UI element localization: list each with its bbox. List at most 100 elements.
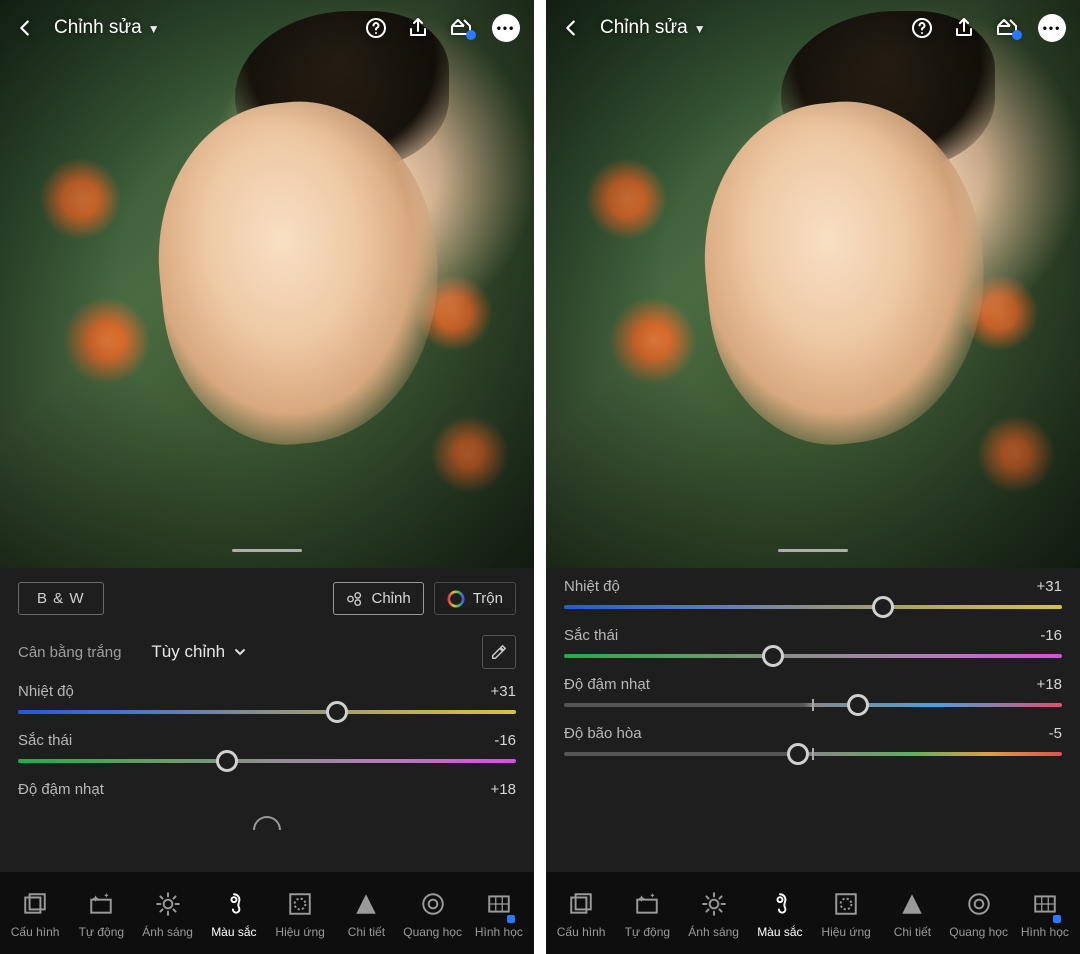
effects-icon	[287, 888, 313, 920]
light-icon	[155, 888, 181, 920]
slider-value: +31	[1037, 578, 1062, 595]
panel-drag-handle[interactable]	[232, 549, 302, 552]
nav-quang-hoc[interactable]: Quang học	[946, 888, 1012, 939]
nav-hieu-ung[interactable]: Hiệu ứng	[813, 888, 879, 939]
nav-label: Cấu hình	[11, 925, 60, 939]
mix-tab[interactable]: Trộn	[434, 582, 516, 615]
preset-cloud-icon[interactable]	[448, 16, 474, 40]
slider-track[interactable]	[564, 654, 1062, 658]
nav-mau-sac[interactable]: Màu sắc	[201, 888, 267, 939]
bw-toggle[interactable]: B & W	[18, 582, 104, 615]
nav-label: Hiệu ứng	[275, 925, 324, 939]
slider-track[interactable]	[564, 605, 1062, 609]
nav-label: Ánh sáng	[688, 925, 739, 939]
slider-label: Sắc thái	[18, 732, 72, 749]
bottom-nav: Cấu hình Tự độngÁnh sáng Màu sắc Hiệu ứng Ch…	[0, 872, 534, 954]
nav-anh-sang[interactable]: Ánh sáng	[681, 888, 747, 939]
slider-label: Độ đậm nhạt	[564, 676, 650, 693]
nav-hinh-hoc[interactable]: Hình học	[1012, 888, 1078, 939]
nav-label: Chi tiết	[894, 925, 931, 939]
nav-label: Màu sắc	[211, 925, 256, 939]
nav-tu-dong[interactable]: Tự động	[68, 888, 134, 939]
white-balance-dropdown[interactable]: Tùy chỉnh	[151, 642, 247, 662]
page-title[interactable]: Chỉnh sửa▼	[600, 17, 706, 39]
color-controls: Nhiệt độ +31 Sắc thái -16 Độ đậm nhạt +1…	[546, 568, 1080, 872]
nav-hinh-hoc[interactable]: Hình học	[466, 888, 532, 939]
photo-preview[interactable]	[546, 0, 1080, 568]
color-icon	[767, 888, 793, 920]
slider-value: +18	[491, 781, 516, 798]
slider-thumb[interactable]	[872, 596, 894, 618]
loading-spinner-icon	[253, 816, 281, 830]
profiles-icon	[22, 888, 48, 920]
nav-cau-hinh[interactable]: Cấu hình	[2, 888, 68, 939]
back-button[interactable]	[560, 17, 582, 39]
nav-anh-sang[interactable]: Ánh sáng	[135, 888, 201, 939]
back-button[interactable]	[14, 17, 36, 39]
eyedropper-button[interactable]	[482, 635, 516, 669]
slider-tint[interactable]: Sắc thái -16	[564, 627, 1062, 658]
slider-sat[interactable]: Độ bão hòa -5	[564, 725, 1062, 756]
light-icon	[701, 888, 727, 920]
adjust-tab[interactable]: Chỉnh	[333, 582, 424, 615]
optics-icon	[420, 888, 446, 920]
page-title[interactable]: Chỉnh sửa▼	[54, 17, 160, 39]
slider-track[interactable]	[564, 703, 1062, 707]
white-balance-label: Cân bằng trắng	[18, 644, 121, 661]
nav-hieu-ung[interactable]: Hiệu ứng	[267, 888, 333, 939]
preset-cloud-icon[interactable]	[994, 16, 1020, 40]
nav-label: Hình học	[475, 925, 523, 939]
geometry-icon	[486, 888, 512, 920]
slider-value: +18	[1037, 676, 1062, 693]
photo-preview[interactable]	[0, 0, 534, 568]
editor-panel-left: Chỉnh sửa▼ ••• B & W Chỉnh Trộn	[0, 0, 534, 954]
nav-label: Quang học	[949, 925, 1008, 939]
nav-label: Hiệu ứng	[821, 925, 870, 939]
nav-quang-hoc[interactable]: Quang học	[400, 888, 466, 939]
nav-label: Cấu hình	[557, 925, 606, 939]
slider-thumb[interactable]	[326, 701, 348, 723]
header: Chỉnh sửa▼ •••	[0, 0, 534, 56]
slider-temp[interactable]: Nhiệt độ +31	[564, 578, 1062, 609]
slider-tint[interactable]: Sắc thái -16	[18, 732, 516, 763]
slider-vib[interactable]: Độ đậm nhạt +18	[18, 781, 516, 798]
slider-track[interactable]	[564, 752, 1062, 756]
help-icon[interactable]	[364, 16, 388, 40]
nav-label: Màu sắc	[757, 925, 802, 939]
slider-vib[interactable]: Độ đậm nhạt +18	[564, 676, 1062, 707]
slider-thumb[interactable]	[847, 694, 869, 716]
slider-thumb[interactable]	[762, 645, 784, 667]
slider-value: -16	[494, 732, 516, 749]
slider-value: -16	[1040, 627, 1062, 644]
auto-icon	[88, 888, 114, 920]
nav-label: Chi tiết	[348, 925, 385, 939]
nav-chi-tiet[interactable]: Chi tiết	[879, 888, 945, 939]
geometry-icon	[1032, 888, 1058, 920]
slider-track[interactable]	[18, 710, 516, 714]
panel-drag-handle[interactable]	[778, 549, 848, 552]
more-menu-icon[interactable]: •••	[492, 14, 520, 42]
nav-cau-hinh[interactable]: Cấu hình	[548, 888, 614, 939]
color-controls: B & W Chỉnh Trộn Cân bằng trắng Tùy chỉn…	[0, 568, 534, 872]
slider-label: Nhiệt độ	[564, 578, 620, 595]
slider-thumb[interactable]	[787, 743, 809, 765]
nav-label: Tự động	[625, 925, 670, 939]
auto-icon	[634, 888, 660, 920]
slider-temp[interactable]: Nhiệt độ +31	[18, 683, 516, 714]
slider-thumb[interactable]	[216, 750, 238, 772]
share-icon[interactable]	[406, 16, 430, 40]
nav-mau-sac[interactable]: Màu sắc	[747, 888, 813, 939]
editor-panel-right: Chỉnh sửa▼ ••• Nhiệt độ +31 Sắc thái -16	[546, 0, 1080, 954]
nav-tu-dong[interactable]: Tự động	[614, 888, 680, 939]
slider-value: +31	[491, 683, 516, 700]
detail-icon	[899, 888, 925, 920]
more-menu-icon[interactable]: •••	[1038, 14, 1066, 42]
slider-track[interactable]	[18, 759, 516, 763]
slider-label: Nhiệt độ	[18, 683, 74, 700]
slider-label: Sắc thái	[564, 627, 618, 644]
nav-chi-tiet[interactable]: Chi tiết	[333, 888, 399, 939]
help-icon[interactable]	[910, 16, 934, 40]
bottom-nav: Cấu hình Tự động Ánh sáng Màu sắc Hiệu ứng Ch…	[546, 872, 1080, 954]
share-icon[interactable]	[952, 16, 976, 40]
slider-label: Độ bão hòa	[564, 725, 642, 742]
